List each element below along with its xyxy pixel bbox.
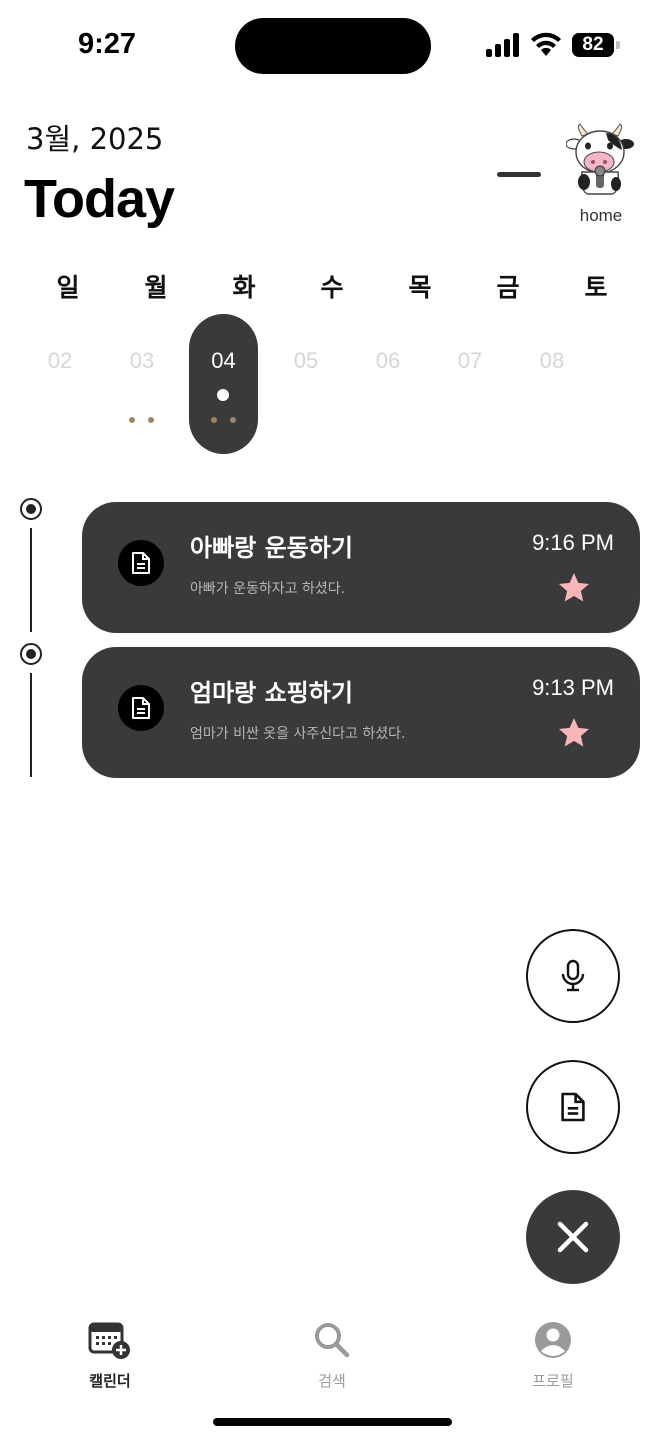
day-06[interactable]: 06	[358, 348, 418, 374]
star-icon[interactable]	[556, 715, 592, 751]
document-icon	[118, 540, 164, 586]
search-icon	[310, 1320, 354, 1364]
entry-description: 아빠가 운동하자고 하셨다.	[190, 581, 346, 597]
event-dot	[148, 417, 154, 423]
month-label: 3월, 2025	[26, 122, 164, 156]
nav-label-profile: 프로필	[532, 1372, 574, 1390]
event-dot	[129, 417, 135, 423]
day-04-selected[interactable]: 04	[189, 348, 258, 374]
document-icon	[561, 1092, 585, 1122]
close-fab-button[interactable]	[526, 1190, 620, 1284]
microphone-icon	[561, 959, 585, 992]
nav-label-search: 검색	[318, 1372, 346, 1390]
selected-day-dot	[217, 389, 229, 401]
event-dot	[211, 417, 217, 423]
entry-description: 엄마가 비싼 옷을 사주신다고 하셨다.	[190, 726, 406, 742]
timeline-node	[20, 643, 42, 665]
weekday-sun: 일	[56, 273, 80, 302]
home-avatar[interactable]	[565, 122, 634, 198]
weekday-thu: 목	[408, 273, 432, 302]
entry-card[interactable]: 엄마랑 쇼핑하기 엄마가 비싼 옷을 사주신다고 하셨다. 9:13 PM	[82, 647, 640, 778]
day-07[interactable]: 07	[440, 348, 500, 374]
document-icon	[118, 685, 164, 731]
home-indicator[interactable]	[213, 1418, 452, 1426]
profile-icon	[531, 1320, 575, 1364]
status-time: 9:27	[78, 28, 137, 60]
menu-dash-icon[interactable]	[497, 172, 541, 177]
entry-time: 9:16 PM	[532, 530, 614, 555]
page-title: Today	[24, 169, 175, 229]
text-entry-button[interactable]	[526, 1060, 620, 1154]
timeline-line	[30, 673, 32, 777]
nav-label-calendar: 캘린더	[89, 1372, 131, 1390]
timeline-node	[20, 498, 42, 520]
day-05[interactable]: 05	[276, 348, 336, 374]
nav-profile[interactable]: 프로필	[498, 1320, 608, 1391]
entry-title: 엄마랑 쇼핑하기	[190, 679, 353, 707]
nav-calendar[interactable]: 캘린더	[55, 1320, 165, 1391]
day-03[interactable]: 03	[112, 348, 172, 374]
weekday-mon: 월	[144, 273, 168, 302]
day-02[interactable]: 02	[30, 348, 90, 374]
star-icon[interactable]	[556, 570, 592, 606]
entry-title: 아빠랑 운동하기	[190, 534, 353, 562]
weekday-sat: 토	[584, 273, 608, 302]
weekday-tue: 화	[232, 273, 256, 302]
calendar-add-icon	[88, 1320, 132, 1364]
dynamic-island	[235, 18, 431, 74]
selected-day-pill[interactable]	[189, 314, 258, 454]
entry-card[interactable]: 아빠랑 운동하기 아빠가 운동하자고 하셨다. 9:16 PM	[82, 502, 640, 633]
timeline-line	[30, 528, 32, 632]
battery-level: 82	[582, 34, 604, 55]
voice-entry-button[interactable]	[526, 929, 620, 1023]
entry-time: 9:13 PM	[532, 675, 614, 700]
day-08[interactable]: 08	[522, 348, 582, 374]
weekday-fri: 금	[496, 273, 520, 302]
close-icon	[557, 1221, 589, 1253]
weekday-wed: 수	[320, 273, 344, 302]
signal-icon	[486, 33, 522, 57]
home-label: home	[579, 206, 623, 225]
nav-search[interactable]: 검색	[277, 1320, 387, 1391]
battery-icon: 82	[572, 33, 620, 57]
event-dot	[230, 417, 236, 423]
wifi-icon	[530, 30, 562, 58]
